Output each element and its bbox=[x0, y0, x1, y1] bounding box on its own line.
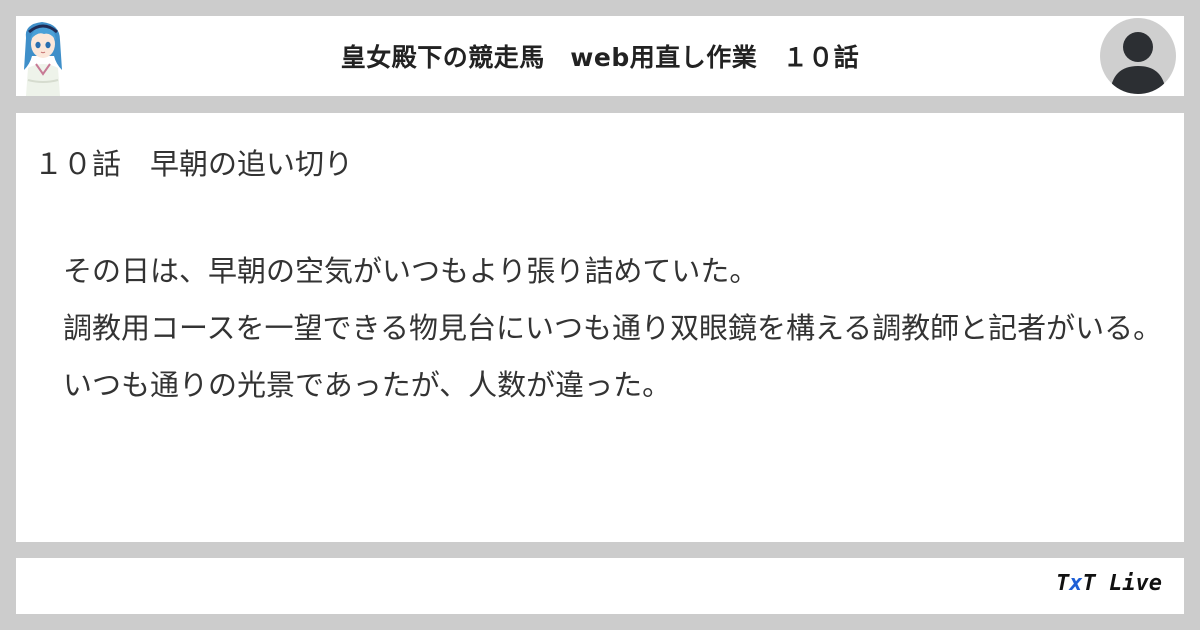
story-paragraph: 調教用コースを一望できる物見台にいつも通り双眼鏡を構える調教師と記者がいる。 bbox=[34, 311, 1163, 345]
brand-logo-part: T bbox=[1056, 571, 1070, 596]
brand-logo-part: T Live bbox=[1082, 571, 1162, 596]
chapter-title: １０話 早朝の追い切り bbox=[34, 147, 354, 181]
story-paragraph: いつも通りの光景であったが、人数が違った。 bbox=[34, 368, 672, 402]
story-body: その日は、早朝の空気がいつもより張り詰めていた。 調教用コースを一望できる物見台… bbox=[34, 243, 1168, 414]
story-content-panel: １０話 早朝の追い切り その日は、早朝の空気がいつもより張り詰めていた。 調教用… bbox=[16, 113, 1184, 542]
user-avatar-icon[interactable] bbox=[1100, 18, 1176, 94]
page-title: 皇女殿下の競走馬 web用直し作業 １０話 bbox=[340, 43, 860, 72]
brand-logo-x: x bbox=[1069, 571, 1083, 596]
txt-live-logo[interactable]: TxT Live bbox=[1056, 571, 1162, 596]
header-bar: 皇女殿下の競走馬 web用直し作業 １０話 bbox=[16, 16, 1184, 96]
footer-bar: TxT Live bbox=[16, 558, 1184, 614]
person-silhouette-icon bbox=[1110, 32, 1166, 94]
story-paragraph: その日は、早朝の空気がいつもより張り詰めていた。 bbox=[34, 254, 759, 288]
page-frame: 皇女殿下の競走馬 web用直し作業 １０話 １０話 早朝の追い切り その日は、早… bbox=[0, 0, 1200, 630]
